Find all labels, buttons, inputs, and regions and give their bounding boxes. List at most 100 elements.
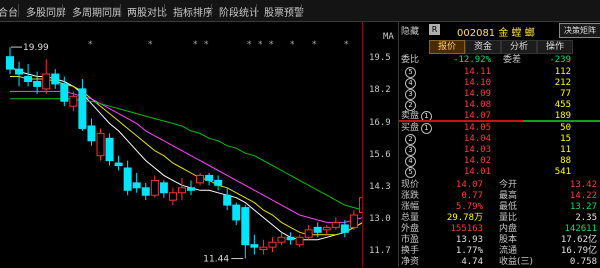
stats-row: 外盘 155163 内盘 142611: [399, 224, 600, 235]
order-price: 14.01: [463, 167, 491, 177]
sell-order-row[interactable]: 4 14.10 212: [399, 78, 600, 89]
candlestick-chart[interactable]: 19.99 11.44: [0, 22, 362, 267]
buy-order-row[interactable]: 3 14.03 11: [399, 145, 600, 156]
price-tick-label: 13.0: [369, 213, 391, 224]
order-level-number: 5: [405, 67, 416, 78]
candle-body: [340, 224, 349, 233]
order-level-number: 3: [405, 145, 416, 156]
bid-ratio-label: 委比: [401, 55, 420, 65]
bid-ratio-value: -12.92%: [453, 55, 491, 65]
order-price: 14.04: [463, 134, 491, 144]
stat-value: 4.74: [461, 257, 483, 267]
stats-row: 涨跌 0.77 最高 14.22: [399, 191, 600, 202]
stat-value: 29.78万: [446, 213, 483, 223]
candle-body: [132, 182, 141, 189]
event-marker-icon[interactable]: *: [269, 40, 274, 50]
stat-value: 2.35: [575, 213, 597, 223]
order-price: 14.11: [463, 67, 491, 77]
tab-operation[interactable]: 操作: [537, 40, 573, 54]
event-marker-icon[interactable]: *: [290, 40, 295, 50]
event-marker-icon[interactable]: *: [344, 40, 349, 50]
order-volume: 541: [554, 167, 571, 177]
order-price: 14.02: [463, 156, 491, 166]
low-label: 11.44: [203, 255, 229, 265]
buy-order-row[interactable]: 4 14.02 88: [399, 156, 600, 167]
order-price: 14.05: [463, 123, 491, 133]
candle-body: [196, 174, 205, 184]
tab-multi-stock[interactable]: 多股同屏: [26, 4, 66, 19]
tab-stage-stats[interactable]: 阶段统计: [219, 4, 259, 19]
event-marker-icon[interactable]: *: [204, 40, 209, 50]
event-marker-icon[interactable]: *: [88, 40, 93, 50]
candle-body: [51, 73, 60, 85]
tab-two-stock-compare[interactable]: 两股对比: [127, 4, 167, 19]
stat-value: 5.79%: [455, 202, 483, 212]
tab-multi-period[interactable]: 多周期同屏: [72, 4, 122, 19]
tab-separator: [211, 4, 212, 17]
stats-row: 涨幅 5.79% 最低 13.27: [399, 202, 600, 213]
stat-label: 外盘: [401, 224, 420, 234]
tab-indicator-sort[interactable]: 指标排序: [173, 4, 213, 19]
buy-order-row[interactable]: 2 14.04 15: [399, 134, 600, 145]
tab-quote[interactable]: 报价: [429, 40, 465, 54]
sell-order-row[interactable]: 3 14.09 77: [399, 89, 600, 100]
stat-label: 股本: [499, 235, 518, 245]
candle-body: [322, 226, 331, 231]
tab-stock-alert[interactable]: 股票预警: [264, 4, 304, 19]
stat-value: 13.93: [455, 235, 483, 245]
event-marker-icon[interactable]: *: [247, 40, 252, 50]
ma-label: MA: [383, 32, 394, 42]
sell-order-row[interactable]: 2 14.08 455: [399, 100, 600, 111]
candle-body: [168, 192, 177, 201]
candle-body: [259, 246, 268, 251]
decision-matrix-button[interactable]: 决策矩阵: [559, 23, 600, 38]
event-marker-icon[interactable]: *: [312, 40, 317, 50]
hide-panel-button[interactable]: 隐藏: [401, 24, 419, 37]
price-tick-label: 15.6: [369, 149, 391, 160]
high-label: 19.99: [23, 43, 49, 53]
order-volume: 112: [554, 67, 571, 77]
order-price: 14.10: [463, 78, 491, 88]
stat-label: 市盈: [401, 235, 420, 245]
price-tick-label: 19.5: [369, 53, 391, 64]
candle-body: [304, 229, 313, 238]
stat-label: 现价: [401, 180, 420, 190]
stat-label: 内盘: [499, 224, 518, 234]
stock-code: 002081: [457, 28, 496, 39]
tab-combined[interactable]: 合台: [0, 4, 18, 19]
buy-side-label: 买盘: [401, 123, 420, 133]
order-price: 14.03: [463, 145, 491, 155]
tab-separator: [164, 4, 165, 17]
divider-red: [399, 120, 523, 122]
stat-label: 总量: [401, 213, 420, 223]
sell-order-row[interactable]: 5 14.11 112: [399, 67, 600, 78]
top-tab-bar: 合台 多股同屏 多周期同屏 两股对比 指标排序 阶段统计 股票预警: [0, 0, 600, 22]
ma-line: [10, 98, 362, 211]
stat-label: 今开: [499, 180, 518, 190]
kline-chart-area[interactable]: 19.99 11.44 * * * * * * * * * * MA 19.5 18…: [0, 22, 398, 267]
tab-funds[interactable]: 资金: [465, 40, 501, 54]
event-marker-icon[interactable]: *: [148, 40, 153, 50]
buy-order-row[interactable]: 买盘 1 14.05 50: [399, 123, 600, 134]
order-level-number: 2: [405, 100, 416, 111]
candle-body: [114, 162, 123, 167]
tab-separator: [62, 4, 63, 17]
stat-label: 最低: [499, 202, 518, 212]
candle-body: [349, 214, 358, 228]
candle-body: [331, 221, 340, 228]
tab-analysis[interactable]: 分析: [501, 40, 537, 54]
stat-value: 13.42: [569, 180, 597, 190]
order-level-number: 1: [421, 123, 432, 134]
buy-order-row[interactable]: 5 14.01 541: [399, 167, 600, 178]
event-marker-icon[interactable]: *: [193, 40, 198, 50]
stat-label: 净资: [401, 257, 420, 267]
candle-body: [105, 137, 114, 162]
candle-body: [187, 187, 195, 191]
ma-line: [10, 90, 362, 223]
candle-body: [78, 88, 87, 129]
candle-body: [286, 236, 295, 241]
stat-value: 142611: [564, 224, 597, 234]
stats-row: 换手 1.77% 流通 16.79亿: [399, 246, 600, 257]
event-marker-icon[interactable]: *: [258, 40, 263, 50]
order-volume: 50: [560, 123, 571, 133]
